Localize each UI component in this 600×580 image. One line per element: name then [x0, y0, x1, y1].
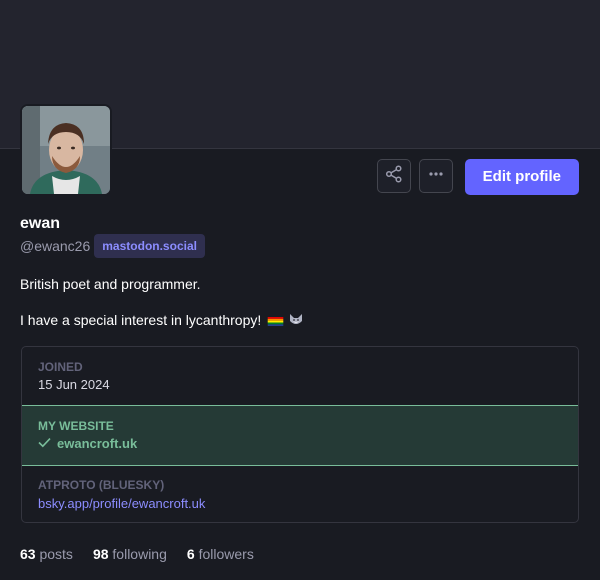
followers-count: 6: [186, 546, 195, 562]
profile-page: Edit profile ewan @ewanc26 mastodon.soci…: [0, 0, 600, 580]
field-atproto: ATPROTO (BLUESKY) bsky.app/profile/ewanc…: [22, 466, 578, 522]
following-count-link[interactable]: 98 following: [93, 546, 167, 562]
more-horizontal-icon: [426, 164, 446, 189]
bio-line: British poet and programmer.: [20, 276, 201, 292]
posts-label: posts: [39, 546, 73, 562]
posts-count: 63: [20, 546, 36, 562]
profile-actions: Edit profile: [376, 159, 579, 195]
field-label: My website: [38, 419, 114, 433]
share-icon: [384, 164, 404, 189]
check-icon: [38, 436, 51, 451]
share-button[interactable]: [376, 159, 411, 193]
field-label: Joined: [38, 360, 83, 374]
account-handle: @ewanc26: [20, 238, 91, 254]
rainbow-flag-icon: [267, 315, 284, 326]
field-label: ATPROTO (BLUESKY): [38, 478, 165, 492]
bio-text: I have a special interest in lycanthropy…: [20, 312, 262, 328]
account-stats: 63 posts 98 following 6 followers: [20, 546, 254, 562]
edit-profile-button[interactable]: Edit profile: [464, 159, 579, 195]
server-domain-badge[interactable]: mastodon.social: [94, 234, 205, 258]
field-website: My website ewancroft.uk: [22, 405, 578, 466]
posts-count-link[interactable]: 63 posts: [20, 546, 73, 562]
avatar[interactable]: [20, 104, 112, 196]
following-label: following: [112, 546, 167, 562]
profile-bio: British poet and programmer. I have a sp…: [20, 276, 580, 331]
profile-fields: Joined 15 Jun 2024 My website ewancroft.…: [21, 346, 579, 523]
field-joined: Joined 15 Jun 2024: [22, 347, 578, 405]
bluesky-link[interactable]: bsky.app/profile/ewancroft.uk: [38, 496, 205, 511]
display-name: ewan: [20, 215, 61, 232]
following-count: 98: [92, 546, 109, 562]
avatar-photo: [22, 106, 110, 194]
field-value-verified: ewancroft.uk: [38, 436, 137, 451]
website-link[interactable]: ewancroft.uk: [57, 436, 137, 451]
fox-face-icon: [288, 312, 304, 331]
more-options-button[interactable]: [418, 159, 453, 193]
followers-count-link[interactable]: 6 followers: [187, 546, 254, 562]
account-handle-row: @ewanc26 mastodon.social: [20, 234, 205, 258]
field-value: 15 Jun 2024: [38, 377, 110, 392]
bio-line: I have a special interest in lycanthropy…: [20, 312, 580, 331]
followers-label: followers: [198, 546, 254, 562]
